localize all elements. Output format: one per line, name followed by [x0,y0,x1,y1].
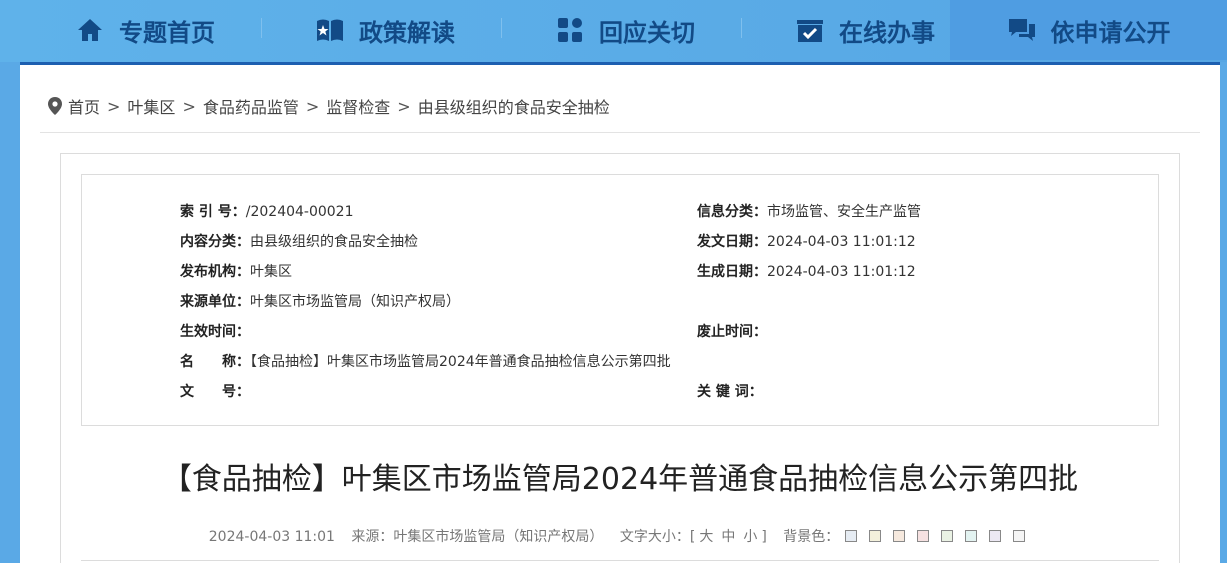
meta-content-category: 内容分类：由县级组织的食品安全抽检 [180,234,418,250]
nav-item-label: 回应关切 [599,18,695,47]
background-swatch[interactable] [893,530,906,542]
top-navigation: 专题首页 政策解读 回应关切 在线办事 依申请公开 [0,0,1227,62]
background-swatch[interactable] [869,530,882,542]
article-title: 【食品抽检】叶集区市场监管局2024年普通食品抽检信息公示第四批 [161,462,1079,497]
nav-item-policy[interactable]: 政策解读 [280,0,490,60]
breadcrumb-home[interactable]: 首页 [68,94,100,118]
meta-doc-number: 文 号： [180,384,250,400]
meta-generated-date: 生成日期：2024-04-03 11:01:12 [697,264,916,280]
meta-keywords: 关 键 词： [697,384,763,400]
meta-name: 名 称：【食品抽检】叶集区市场监管局2024年普通食品抽检信息公示第四批 [180,354,671,370]
meta-org: 发布机构：叶集区 [180,264,292,280]
background-swatch[interactable] [989,530,1002,542]
background-swatch[interactable] [1013,530,1026,542]
article-source: 来源：叶集区市场监管局（知识产权局） [351,529,604,545]
background-swatch[interactable] [941,530,954,542]
nav-divider [261,18,262,38]
content-panel: 首页 > 叶集区 > 食品药品监管 > 监督检查 > 由县级组织的食品安全抽检 … [20,62,1220,563]
nav-item-online-service[interactable]: 在线办事 [760,0,970,60]
book-icon [317,19,343,41]
nav-item-label: 专题首页 [119,18,215,47]
breadcrumb-inspection[interactable]: 监督检查 [326,94,390,118]
font-size-large-button[interactable]: 大 [699,529,713,545]
nav-divider [741,18,742,38]
breadcrumb-food-drug[interactable]: 食品药品监管 [203,94,299,118]
nav-item-label: 在线办事 [839,18,935,47]
breadcrumb-separator: > [107,96,121,116]
article-container: 索 引 号：/202404-00021 信息分类：市场监管、安全生产监管 内容分… [60,153,1180,563]
breadcrumb-separator: > [182,96,196,116]
location-pin-icon [48,97,62,115]
background-swatches [839,529,1031,545]
meta-effective-time: 生效时间： [180,324,250,340]
font-size-medium-button[interactable]: 中 [721,529,735,545]
meta-expire-time: 废止时间： [697,324,767,340]
background-swatch[interactable] [845,530,858,542]
breadcrumb-separator: > [397,96,411,116]
article-info-bar: 2024-04-03 11:01 来源：叶集区市场监管局（知识产权局） 文字大小… [61,526,1179,546]
nav-item-label: 政策解读 [359,18,455,47]
breadcrumb-separator: > [305,96,320,116]
nav-divider [501,18,502,38]
breadcrumb: 首页 > 叶集区 > 食品药品监管 > 监督检查 > 由县级组织的食品安全抽检 [48,95,610,117]
breadcrumb-district[interactable]: 叶集区 [127,94,175,118]
article-date: 2024-04-03 11:01 [208,529,335,545]
inbox-check-icon [797,20,823,42]
article-divider [81,560,1159,561]
nav-item-home[interactable]: 专题首页 [40,0,250,60]
nav-item-label: 依申请公开 [1050,18,1171,47]
background-swatch[interactable] [965,530,978,542]
nav-item-response[interactable]: 回应关切 [520,0,730,60]
meta-source: 来源单位：叶集区市场监管局（知识产权局） [180,294,460,310]
breadcrumb-current[interactable]: 由县级组织的食品安全抽检 [418,94,610,118]
meta-publish-date: 发文日期：2024-04-03 11:01:12 [697,234,916,250]
meta-info-category: 信息分类：市场监管、安全生产监管 [697,204,921,220]
grid-icon [558,18,582,42]
chat-icon [1008,19,1035,41]
font-size-control: 文字大小：[大中小] [619,529,767,545]
nav-item-apply-disclosure[interactable]: 依申请公开 [950,0,1227,60]
background-swatch[interactable] [917,530,930,542]
breadcrumb-divider [40,132,1200,133]
background-color-control: 背景色： [783,529,1031,545]
metadata-table: 索 引 号：/202404-00021 信息分类：市场监管、安全生产监管 内容分… [81,174,1159,426]
meta-index: 索 引 号：/202404-00021 [180,204,354,220]
home-icon [78,19,102,41]
font-size-small-button[interactable]: 小 [743,529,757,545]
